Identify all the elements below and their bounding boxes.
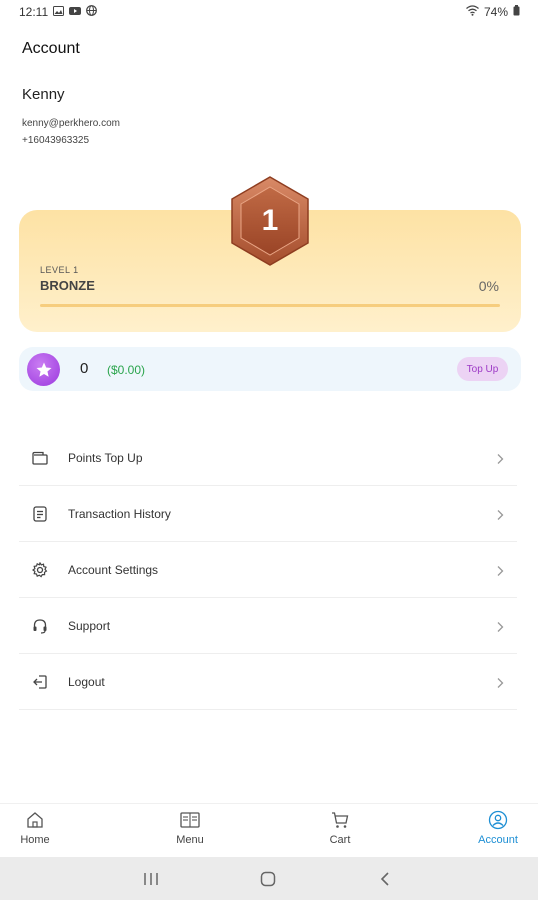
- battery-percent: 74%: [483, 5, 508, 19]
- menu-item-label: Support: [68, 618, 111, 633]
- status-left: 12:11: [19, 5, 98, 19]
- level-name: BRONZE: [40, 278, 95, 293]
- menu-item-label: Logout: [68, 674, 105, 689]
- system-nav-bar: [0, 857, 538, 900]
- menu-item-label: Transaction History: [68, 506, 171, 521]
- nav-label: Account: [478, 834, 518, 846]
- nav-label: Menu: [176, 834, 204, 846]
- account-menu: Points Top Up Transaction History Accoun…: [19, 430, 517, 710]
- points-card: 0 ($0.00) Top Up: [19, 347, 521, 391]
- menu-icon: [180, 810, 200, 830]
- bronze-badge-icon: 1: [228, 175, 312, 267]
- back-icon[interactable]: [376, 870, 396, 888]
- menu-item-points-top-up[interactable]: Points Top Up: [19, 430, 517, 486]
- globe-icon: [86, 5, 98, 19]
- menu-item-account-settings[interactable]: Account Settings: [19, 542, 517, 598]
- wallet-icon: [31, 449, 49, 467]
- youtube-icon: [69, 5, 82, 19]
- receipt-icon: [31, 505, 49, 523]
- nav-account[interactable]: Account: [468, 810, 528, 854]
- chevron-right-icon: [495, 508, 505, 520]
- battery-icon: [513, 5, 520, 19]
- home-button-icon[interactable]: [258, 870, 278, 888]
- level-label: LEVEL 1: [40, 265, 79, 275]
- level-progress-bar: [40, 304, 500, 307]
- top-up-button[interactable]: Top Up: [457, 357, 508, 381]
- star-icon: [27, 353, 60, 386]
- bottom-nav: Home Menu Cart Account: [0, 803, 538, 857]
- menu-item-label: Points Top Up: [68, 450, 143, 465]
- logout-icon: [31, 673, 49, 691]
- nav-menu[interactable]: Menu: [160, 810, 220, 854]
- menu-item-logout[interactable]: Logout: [19, 654, 517, 710]
- user-name: Kenny: [22, 86, 65, 103]
- menu-item-support[interactable]: Support: [19, 598, 517, 654]
- home-icon: [25, 810, 45, 830]
- badge-number: 1: [261, 204, 279, 237]
- menu-item-transaction-history[interactable]: Transaction History: [19, 486, 517, 542]
- page-title: Account: [22, 40, 80, 57]
- status-right: 74%: [466, 5, 520, 19]
- nav-home[interactable]: Home: [5, 810, 65, 854]
- chevron-right-icon: [495, 564, 505, 576]
- wifi-icon: [466, 5, 479, 19]
- chevron-right-icon: [495, 620, 505, 632]
- points-balance: 0: [80, 360, 89, 377]
- cart-icon: [330, 810, 350, 830]
- nav-label: Home: [20, 834, 50, 846]
- user-phone: +16043963325: [22, 135, 90, 146]
- nav-cart[interactable]: Cart: [310, 810, 370, 854]
- account-icon: [488, 810, 508, 830]
- level-percent: 0%: [478, 278, 499, 294]
- status-time: 12:11: [19, 5, 49, 19]
- headset-icon: [31, 617, 49, 635]
- status-bar: 12:11 74%: [0, 0, 538, 24]
- chevron-right-icon: [495, 676, 505, 688]
- menu-item-label: Account Settings: [68, 562, 159, 577]
- gear-icon: [31, 561, 49, 579]
- chevron-right-icon: [495, 452, 505, 464]
- image-icon: [53, 5, 65, 19]
- points-money-value: ($0.00): [107, 363, 146, 377]
- recent-apps-icon[interactable]: [141, 870, 161, 888]
- user-email: kenny@perkhero.com: [22, 118, 120, 129]
- nav-label: Cart: [329, 834, 351, 846]
